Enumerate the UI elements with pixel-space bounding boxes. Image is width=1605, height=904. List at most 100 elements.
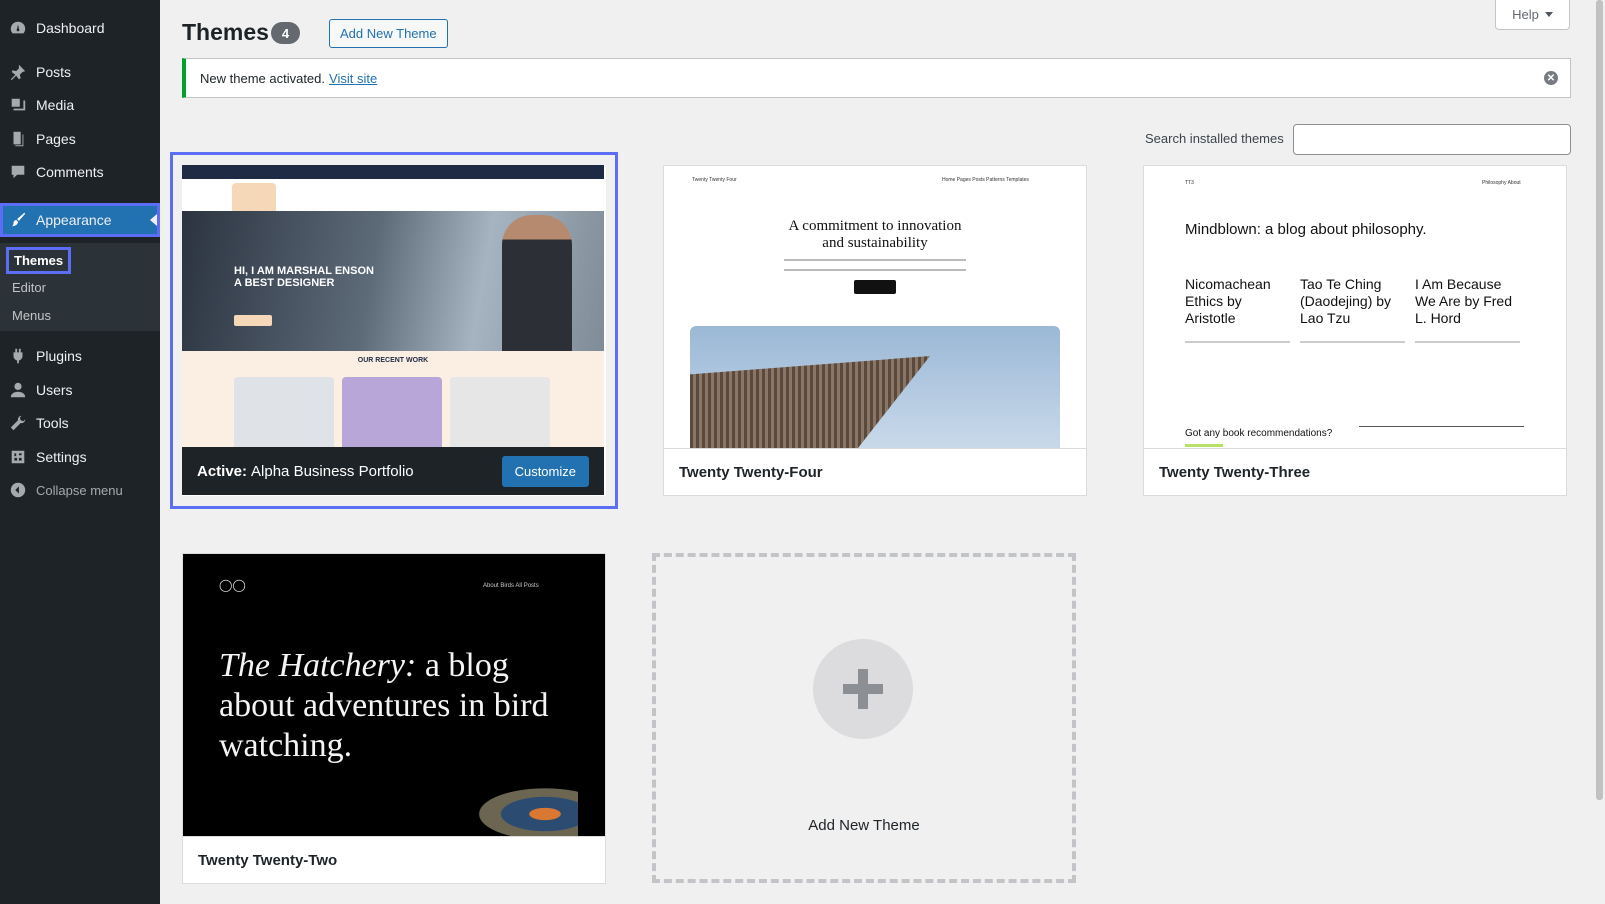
search-label: Search installed themes <box>1145 131 1284 146</box>
theme-name: Twenty Twenty-Three <box>1144 448 1566 495</box>
preview-nav: Philosophy About <box>1482 180 1521 186</box>
page-scrollbar[interactable] <box>1594 0 1605 904</box>
theme-card-twenty-twenty-two[interactable]: ◯◯ About Birds All Posts The Hatchery: a… <box>182 553 606 884</box>
chevron-down-icon <box>1544 12 1553 17</box>
preview-bird-image <box>468 784 578 836</box>
main-content: Themes 4 Add New Theme Help New theme ac… <box>160 0 1605 904</box>
preview-site-title: TT3 <box>1185 180 1194 186</box>
preview-work-card <box>234 377 334 447</box>
visit-site-link[interactable]: Visit site <box>329 71 377 86</box>
plus-icon <box>813 639 913 739</box>
preview-nav: About Birds All Posts <box>483 583 539 589</box>
collapse-menu-button[interactable]: Collapse menu <box>0 473 160 507</box>
page-icon <box>0 122 36 156</box>
customize-button[interactable]: Customize <box>501 456 589 487</box>
dashboard-icon <box>0 11 36 45</box>
theme-name: Twenty Twenty-Four <box>664 448 1086 495</box>
active-label: Active: <box>197 462 248 480</box>
sidebar-item-media[interactable]: Media <box>0 88 160 122</box>
current-menu-arrow <box>150 214 157 226</box>
sidebar-item-label: Dashboard <box>36 20 105 36</box>
preview-footer-text: Got any book recommendations? <box>1185 428 1333 439</box>
help-label: Help <box>1512 7 1539 22</box>
wrench-icon <box>0 406 36 440</box>
sidebar-item-label: Posts <box>36 64 72 80</box>
sidebar-item-dashboard[interactable]: Dashboard <box>0 11 160 45</box>
sidebar-item-pages[interactable]: Pages <box>0 122 160 156</box>
preview-nav: Home Pages Posts Patterns Templates <box>942 177 1029 183</box>
user-icon <box>0 373 36 407</box>
page-title: Themes <box>182 19 269 45</box>
pin-icon <box>0 55 36 89</box>
sidebar-item-label: Appearance <box>36 212 112 228</box>
add-new-theme-button[interactable]: Add New Theme <box>329 19 448 48</box>
preview-button <box>854 280 896 294</box>
media-icon <box>0 88 36 122</box>
search-themes-input[interactable] <box>1293 124 1571 155</box>
theme-screenshot[interactable]: HI, I AM MARSHAL ENSON A BEST DESIGNER O… <box>182 165 604 447</box>
theme-card-twenty-twenty-four[interactable]: Twenty Twenty Four Home Pages Posts Patt… <box>663 165 1087 496</box>
sidebar-item-label: Comments <box>36 164 104 180</box>
sidebar-item-tools[interactable]: Tools <box>0 406 160 440</box>
notice-text: New theme activated. <box>200 70 326 86</box>
sidebar-item-plugins[interactable]: Plugins <box>0 339 160 373</box>
submenu-item-menus[interactable]: Menus <box>12 308 51 323</box>
preview-building-image <box>690 326 1060 448</box>
plugin-icon <box>0 339 36 373</box>
preview-post-title: Tao Te Ching (Daodejing) by Lao Tzu <box>1300 276 1392 326</box>
preview-excerpt <box>1300 341 1405 343</box>
sidebar-item-label: Settings <box>36 449 87 465</box>
preview-headline: HI, I AM MARSHAL ENSON A BEST DESIGNER <box>234 265 374 289</box>
theme-card-alpha-business-portfolio[interactable]: HI, I AM MARSHAL ENSON A BEST DESIGNER O… <box>182 165 606 496</box>
theme-name-bar: Active: Alpha Business Portfolio Customi… <box>182 447 604 495</box>
submenu-item-editor[interactable]: Editor <box>12 280 46 295</box>
preview-cta <box>234 315 272 326</box>
scrollbar-thumb[interactable] <box>1596 0 1603 800</box>
sidebar-item-comments[interactable]: Comments <box>0 155 160 189</box>
appearance-submenu: Themes Editor Menus <box>0 243 160 331</box>
preview-heading: Mindblown: a blog about philosophy. <box>1185 221 1427 238</box>
add-new-theme-card[interactable]: Add New Theme <box>652 553 1076 883</box>
preview-excerpt <box>1415 341 1520 343</box>
settings-icon <box>0 440 36 474</box>
preview-person <box>502 215 572 351</box>
admin-sidebar: Dashboard Posts Media Pages Comments App… <box>0 0 160 904</box>
paintbrush-icon <box>0 203 36 237</box>
preview-post-title: I Am Because We Are by Fred L. Hord <box>1415 276 1513 326</box>
sidebar-item-label: Tools <box>36 415 69 431</box>
sidebar-item-posts[interactable]: Posts <box>0 55 160 89</box>
preview-site-title: Twenty Twenty Four <box>692 177 737 183</box>
preview-work-title: OUR RECENT WORK <box>357 357 429 364</box>
preview-heading: A commitment to innovation and sustainab… <box>788 218 962 251</box>
sidebar-item-label: Plugins <box>36 348 82 364</box>
sidebar-item-label: Media <box>36 97 75 113</box>
preview-heading: The Hatchery: a blog about adventures in… <box>219 647 549 764</box>
preview-topbar <box>182 165 604 179</box>
comment-icon <box>0 155 36 189</box>
theme-name: Alpha Business Portfolio <box>251 462 414 480</box>
theme-count-badge: 4 <box>271 22 300 44</box>
preview-excerpt <box>1185 341 1290 343</box>
theme-screenshot[interactable]: Twenty Twenty Four Home Pages Posts Patt… <box>664 166 1086 448</box>
dismiss-notice-icon[interactable]: ✕ <box>1544 71 1558 85</box>
sidebar-item-settings[interactable]: Settings <box>0 440 160 474</box>
theme-activated-notice: New theme activated. Visit site ✕ <box>182 58 1571 98</box>
collapse-arrow-icon <box>0 473 36 507</box>
preview-post-title: Nicomachean Ethics by Aristotle <box>1185 276 1271 326</box>
preview-logo-icon: ◯◯ <box>219 578 246 592</box>
help-tab-button[interactable]: Help <box>1495 0 1570 30</box>
submenu-item-themes[interactable]: Themes <box>6 247 72 274</box>
theme-screenshot[interactable]: TT3 Philosophy About Mindblown: a blog a… <box>1144 166 1566 448</box>
theme-name: Twenty Twenty-Two <box>183 836 605 883</box>
sidebar-item-users[interactable]: Users <box>0 373 160 407</box>
collapse-menu-label: Collapse menu <box>36 482 123 498</box>
preview-work-card <box>450 377 550 447</box>
add-new-theme-label: Add New Theme <box>808 817 920 834</box>
theme-card-twenty-twenty-three[interactable]: TT3 Philosophy About Mindblown: a blog a… <box>1143 165 1567 496</box>
preview-accent-bar <box>1185 444 1223 447</box>
preview-divider <box>1359 426 1524 427</box>
sidebar-item-appearance[interactable]: Appearance <box>0 203 160 237</box>
sidebar-item-label: Pages <box>36 131 76 147</box>
preview-work-card <box>342 377 442 447</box>
theme-screenshot[interactable]: ◯◯ About Birds All Posts The Hatchery: a… <box>183 554 605 836</box>
